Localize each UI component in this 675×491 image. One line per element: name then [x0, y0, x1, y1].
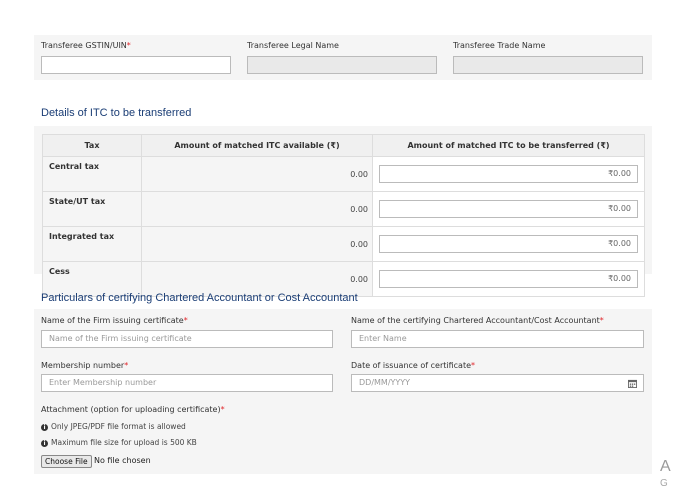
calendar-icon[interactable] — [620, 374, 644, 392]
activation-overlay-text: A — [660, 458, 671, 475]
firm-name-input[interactable]: Name of the Firm issuing certificate — [41, 330, 333, 348]
firm-label: Name of the Firm issuing certificate* — [41, 316, 188, 325]
ca-section-heading: Particulars of certifying Chartered Acco… — [41, 292, 358, 304]
required-mark: * — [126, 41, 131, 50]
info-icon: i — [41, 439, 48, 447]
itc-available: 0.00 — [141, 226, 373, 262]
column-header-available: Amount of matched ITC available (₹) — [141, 134, 373, 157]
required-mark: * — [599, 316, 604, 325]
table-row: State/UT tax 0.00 ₹0.00 — [42, 191, 645, 227]
tax-name: State/UT tax — [42, 191, 142, 227]
ca-name-input[interactable]: Enter Name — [351, 330, 644, 348]
tax-name: Central tax — [42, 156, 142, 192]
legal-name-label: Transferee Legal Name — [247, 41, 339, 50]
info-format: i Only JPEG/PDF file format is allowed — [41, 422, 186, 431]
gstin-label: Transferee GSTIN/UIN* — [41, 41, 131, 50]
date-input[interactable]: DD/MM/YYYY — [351, 374, 644, 392]
membership-number-input[interactable]: Enter Membership number — [41, 374, 333, 392]
gstin-input[interactable] — [41, 56, 231, 74]
table-row: Central tax 0.00 ₹0.00 — [42, 156, 645, 192]
no-file-text: No file chosen — [94, 456, 151, 465]
attachment-label: Attachment (option for uploading certifi… — [41, 405, 225, 414]
itc-table: Tax Amount of matched ITC available (₹) … — [42, 134, 645, 297]
itc-transfer-input-central[interactable]: ₹0.00 — [379, 165, 638, 183]
trade-name-label: Transferee Trade Name — [453, 41, 546, 50]
info-size: i Maximum file size for upload is 500 KB — [41, 438, 197, 447]
itc-transfer-input-state[interactable]: ₹0.00 — [379, 200, 638, 218]
itc-available: 0.00 — [141, 156, 373, 192]
required-mark: * — [124, 361, 129, 370]
table-row: Integrated tax 0.00 ₹0.00 — [42, 226, 645, 262]
membership-label: Membership number* — [41, 361, 129, 370]
required-mark: * — [183, 316, 188, 325]
date-label: Date of issuance of certificate* — [351, 361, 476, 370]
choose-file-button[interactable]: Choose File — [41, 455, 92, 468]
ca-name-label: Name of the certifying Chartered Account… — [351, 316, 604, 325]
itc-section-heading: Details of ITC to be transferred — [41, 107, 192, 119]
activation-overlay-subtext: G — [660, 478, 668, 489]
itc-transfer-input-integrated[interactable]: ₹0.00 — [379, 235, 638, 253]
required-mark: * — [220, 405, 225, 414]
required-mark: * — [471, 361, 476, 370]
info-icon: i — [41, 423, 48, 431]
itc-transfer-input-cess[interactable]: ₹0.00 — [379, 270, 638, 288]
itc-available: 0.00 — [141, 191, 373, 227]
column-header-tax: Tax — [42, 134, 142, 157]
trade-name-field — [453, 56, 643, 74]
tax-name: Integrated tax — [42, 226, 142, 262]
legal-name-field — [247, 56, 437, 74]
column-header-transfer: Amount of matched ITC to be transferred … — [372, 134, 645, 157]
